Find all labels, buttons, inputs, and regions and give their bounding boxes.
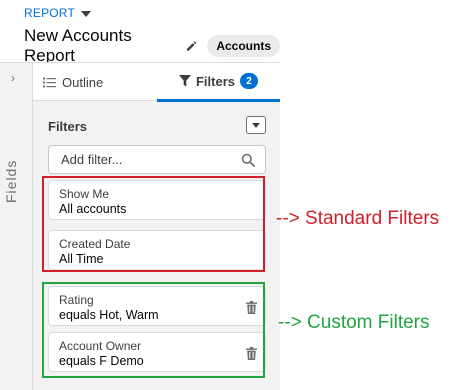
- caret-down-icon: [81, 10, 91, 17]
- filter-count-badge: 2: [240, 73, 258, 89]
- search-icon: [241, 153, 255, 167]
- chevron-right-icon[interactable]: ›: [11, 71, 15, 85]
- fields-label: Fields: [3, 159, 19, 203]
- filters-menu-button[interactable]: [246, 116, 266, 134]
- fields-rail[interactable]: › Fields: [0, 63, 33, 390]
- tab-outline[interactable]: Outline: [43, 63, 153, 101]
- report-type-label: REPORT: [24, 6, 75, 20]
- page-title: New Accounts Report: [24, 26, 132, 65]
- report-header: REPORT New Accounts Report Accounts: [0, 0, 280, 65]
- panel-tabs: Outline Filters 2: [33, 63, 280, 102]
- filters-heading: Filters: [48, 119, 88, 134]
- caret-down-icon: [252, 122, 260, 128]
- funnel-icon: [178, 75, 191, 87]
- pencil-icon[interactable]: [186, 40, 197, 52]
- list-icon: [43, 77, 56, 87]
- tab-filters[interactable]: Filters 2: [157, 63, 280, 102]
- tab-outline-label: Outline: [62, 74, 104, 90]
- standard-filters-annotation: --> Standard Filters: [276, 208, 440, 229]
- object-badge: Accounts: [207, 35, 280, 57]
- report-type-menu[interactable]: REPORT: [24, 6, 91, 20]
- tab-filters-label: Filters: [195, 73, 235, 89]
- custom-filters-annotation: --> Custom Filters: [278, 312, 430, 333]
- add-filter-box: [48, 145, 266, 174]
- title-row: New Accounts Report Accounts: [24, 26, 280, 66]
- add-filter-input[interactable]: [49, 146, 239, 173]
- standard-filters-highlight: [42, 176, 265, 272]
- custom-filters-highlight: [42, 282, 265, 378]
